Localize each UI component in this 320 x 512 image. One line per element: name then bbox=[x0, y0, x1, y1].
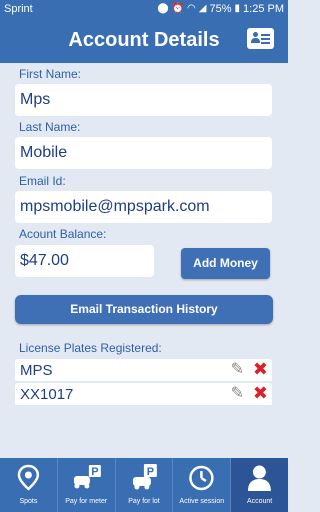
user-icon bbox=[248, 465, 272, 491]
timer-icon bbox=[189, 465, 214, 491]
tab-label: Account bbox=[246, 498, 273, 505]
edit-icon[interactable]: ✎ bbox=[231, 386, 244, 402]
balance-field: $47.00 bbox=[15, 245, 154, 277]
clock: 1:25 PM bbox=[243, 3, 284, 15]
delete-icon[interactable]: ✖ bbox=[253, 360, 268, 378]
tab-active-session[interactable]: Active session bbox=[172, 458, 230, 512]
list-item: XX1017 ✎ ✖ bbox=[15, 383, 272, 407]
email-transaction-history-button[interactable]: Email Transaction History bbox=[15, 295, 273, 324]
alarm-icon: ⏰ bbox=[171, 3, 185, 14]
tab-label: Spots bbox=[19, 498, 38, 505]
tab-label: Pay for meter bbox=[65, 498, 108, 505]
first-name-label: First Name: bbox=[19, 67, 82, 81]
tab-label: Pay for lot bbox=[128, 498, 160, 505]
carrier-name: Sprint bbox=[4, 3, 33, 15]
tab-pay-for-meter[interactable]: P Pay for meter bbox=[56, 458, 115, 512]
page-title: Account Details bbox=[68, 29, 220, 51]
app-bar: Account Details bbox=[0, 19, 288, 63]
status-bar: Sprint ⬤ ⏰ ◠ ◢ 75% ▮ 1:25 PM bbox=[0, 0, 288, 19]
wifi-icon: ◠ bbox=[187, 3, 196, 14]
plates-list: MPS ✎ ✖ XX1017 ✎ ✖ bbox=[15, 359, 272, 407]
plates-label: License Plates Registered: bbox=[19, 341, 162, 355]
contact-card-icon[interactable] bbox=[247, 28, 274, 49]
battery-icon: ▮ bbox=[234, 3, 241, 14]
plate-number: MPS bbox=[20, 362, 53, 379]
battery-percent: 75% bbox=[209, 3, 232, 15]
status-icons: ⬤ ⏰ ◠ ◢ 75% ▮ 1:25 PM bbox=[157, 3, 284, 15]
tab-account[interactable]: Account bbox=[230, 458, 288, 512]
edit-icon[interactable]: ✎ bbox=[231, 362, 244, 378]
add-money-button[interactable]: Add Money bbox=[181, 248, 270, 279]
email-label: Email Id: bbox=[19, 174, 66, 188]
plate-number: XX1017 bbox=[20, 386, 74, 403]
delete-icon[interactable]: ✖ bbox=[253, 384, 268, 402]
signal-icon: ◢ bbox=[198, 3, 207, 14]
parking-car-icon: P bbox=[132, 464, 157, 490]
first-name-field[interactable]: Mps bbox=[15, 84, 272, 116]
svg-text:P: P bbox=[91, 466, 98, 478]
last-name-label: Last Name: bbox=[19, 120, 81, 134]
tab-pay-for-lot[interactable]: P Pay for lot bbox=[114, 458, 173, 512]
tab-label: Active session bbox=[179, 498, 225, 505]
balance-label: Acount Balance: bbox=[19, 227, 107, 241]
tab-spots[interactable]: Spots bbox=[0, 458, 57, 512]
svg-text:P: P bbox=[146, 466, 153, 478]
email-field[interactable]: mpsmobile@mpspark.com bbox=[15, 191, 272, 223]
parking-meter-icon: P bbox=[73, 465, 101, 489]
location-icon: ⬤ bbox=[157, 3, 169, 14]
map-pin-icon bbox=[17, 464, 40, 491]
bottom-tab-bar: Spots P Pay for meter P Pay for lot Acti… bbox=[0, 458, 288, 512]
last-name-field[interactable]: Mobile bbox=[15, 137, 272, 169]
list-item: MPS ✎ ✖ bbox=[15, 359, 272, 383]
